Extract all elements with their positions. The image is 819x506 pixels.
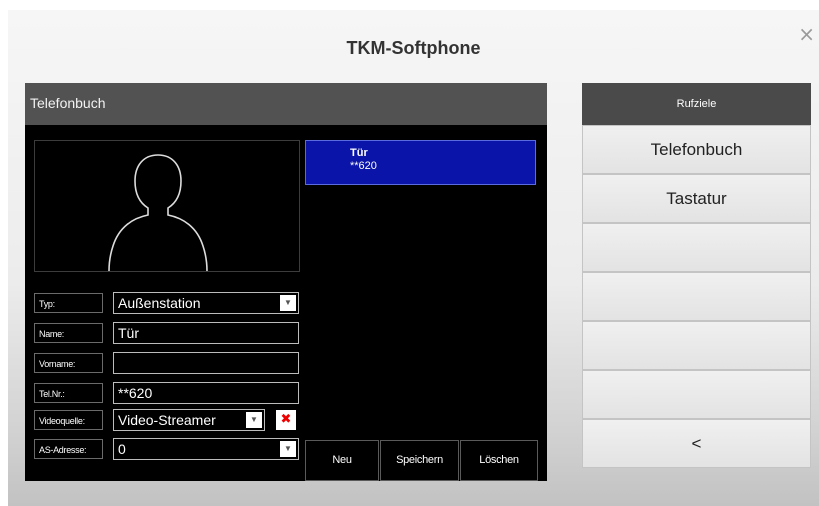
call-targets-nav: Rufziele Telefonbuch Tastatur < [582, 83, 811, 481]
avatar-silhouette-icon [108, 154, 208, 272]
nav-item-telefonbuch[interactable]: Telefonbuch [582, 125, 811, 174]
telnr-field[interactable]: **620 [113, 382, 299, 404]
phonebook-header: Telefonbuch [25, 83, 547, 125]
app-window: TKM-Softphone × Telefonbuch Typ: Außenst… [8, 10, 819, 506]
close-icon[interactable]: × [798, 22, 815, 46]
vorname-label: Vorname: [34, 353, 103, 373]
typ-label: Typ: [34, 293, 103, 313]
name-label: Name: [34, 323, 103, 343]
name-field[interactable]: Tür [113, 322, 299, 344]
videoquelle-label: Videoquelle: [34, 410, 103, 430]
entry-number: **620 [350, 160, 377, 172]
nav-item-empty-4[interactable] [582, 370, 811, 419]
window-title: TKM-Softphone [346, 38, 481, 58]
nav-item-tastatur[interactable]: Tastatur [582, 174, 811, 223]
as-adresse-value: 0 [118, 441, 126, 457]
telnr-label: Tel.Nr.: [34, 383, 103, 403]
entry-name: Tür [350, 147, 368, 159]
nav-item-empty-3[interactable] [582, 321, 811, 370]
vorname-field[interactable] [113, 352, 299, 374]
typ-select[interactable]: Außenstation ▼ [113, 292, 299, 314]
contact-photo [34, 140, 300, 272]
nav-header: Rufziele [582, 83, 811, 125]
as-adresse-select[interactable]: 0 ▼ [113, 438, 299, 460]
delete-button[interactable]: Löschen [460, 440, 538, 481]
typ-value: Außenstation [118, 295, 201, 311]
videoquelle-select[interactable]: Video-Streamer ▼ [113, 409, 265, 431]
phonebook-title: Telefonbuch [30, 95, 106, 111]
nav-item-empty-2[interactable] [582, 272, 811, 321]
contact-list[interactable]: Tür **620 [305, 140, 538, 440]
nav-item-empty-1[interactable] [582, 223, 811, 272]
remove-video-source-icon[interactable]: ✖ [276, 410, 296, 430]
phonebook-panel: Telefonbuch Typ: Außenstation ▼ Name: Tü… [25, 83, 547, 481]
save-button[interactable]: Speichern [380, 440, 459, 481]
back-button[interactable]: < [582, 419, 811, 468]
new-button[interactable]: Neu [305, 440, 379, 481]
chevron-down-icon[interactable]: ▼ [280, 441, 296, 457]
chevron-down-icon[interactable]: ▼ [280, 295, 296, 311]
as-adresse-label: AS-Adresse: [34, 439, 103, 459]
list-item[interactable]: Tür **620 [305, 140, 536, 185]
videoquelle-value: Video-Streamer [118, 412, 216, 428]
chevron-down-icon[interactable]: ▼ [246, 412, 262, 428]
